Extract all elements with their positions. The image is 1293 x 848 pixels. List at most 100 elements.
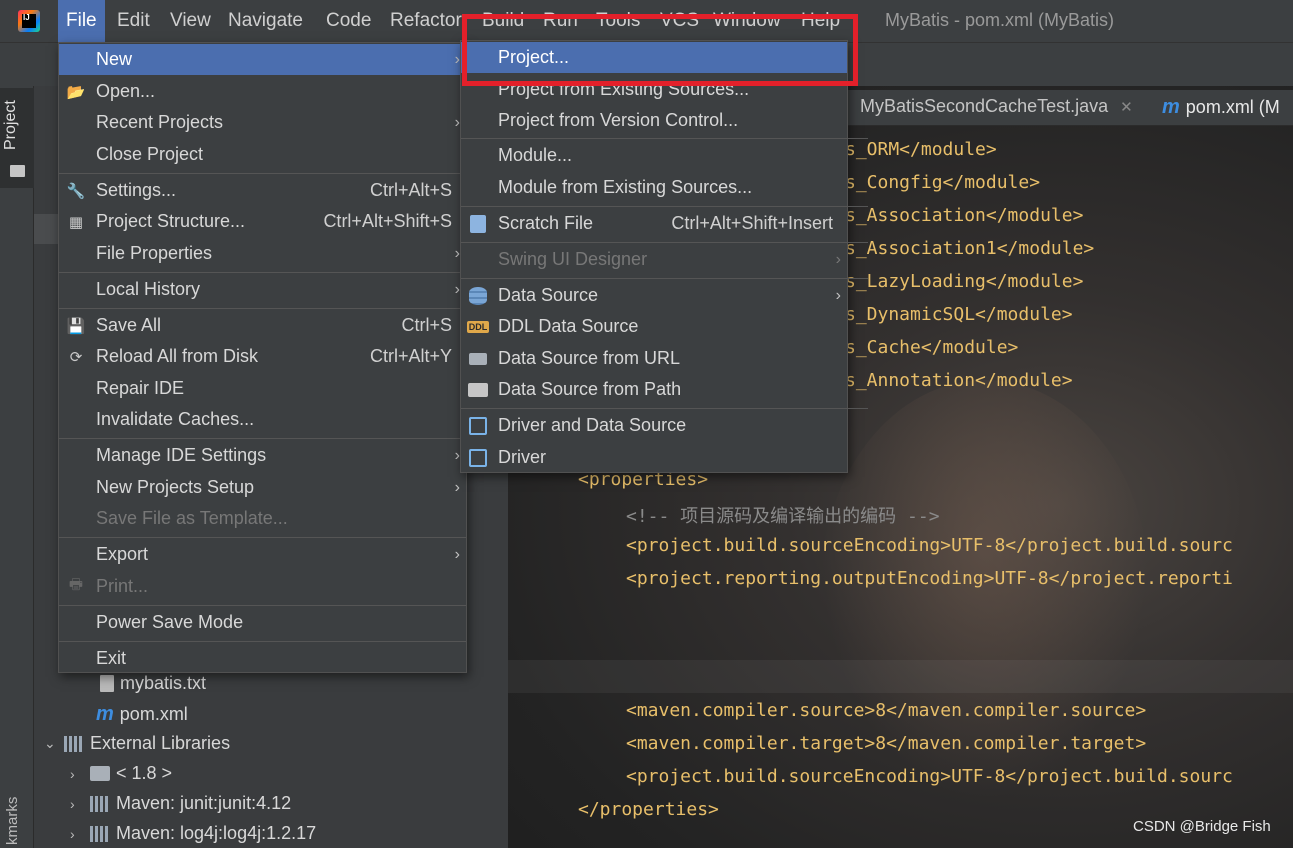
- menu-edit[interactable]: Edit: [117, 10, 150, 32]
- menu-file[interactable]: File: [58, 0, 105, 42]
- menu-item-open[interactable]: 📂 Open...: [59, 76, 466, 107]
- code-line: <project.reporting.outputEncoding>UTF-8<…: [626, 568, 1233, 589]
- menu-view[interactable]: View: [170, 10, 211, 32]
- submenu-item-module[interactable]: Module...: [461, 140, 847, 171]
- submenu-item-project-from-existing-sources[interactable]: Project from Existing Sources...: [461, 74, 847, 105]
- menu-item-print: 🖶 Print...: [59, 571, 466, 602]
- menu-item-new-projects-setup[interactable]: New Projects Setup ›: [59, 472, 466, 503]
- menu-separator: [461, 408, 868, 409]
- ddl-icon: DDL: [466, 320, 490, 333]
- menu-help[interactable]: Help: [801, 10, 840, 32]
- menu-item-exit[interactable]: Exit: [59, 643, 466, 674]
- scratch-file-icon: [468, 214, 488, 233]
- code-line: </properties>: [578, 799, 719, 820]
- text-file-icon: [100, 675, 114, 692]
- library-icon: [64, 735, 84, 752]
- folder-icon: [468, 381, 488, 399]
- folder-open-icon: 📂: [66, 83, 86, 101]
- menu-separator: [461, 206, 868, 207]
- new-submenu: Project... Project from Existing Sources…: [460, 40, 868, 473]
- intellij-logo-icon[interactable]: IJ: [18, 10, 40, 32]
- menu-separator: [59, 173, 466, 174]
- tree-item-log4j[interactable]: › Maven: log4j:log4j:1.2.17: [70, 823, 316, 844]
- chevron-right-icon: ›: [454, 545, 460, 563]
- tree-item-mybatis-txt[interactable]: mybatis.txt: [100, 673, 206, 694]
- menu-bar: IJ File Edit View Navigate Code Refactor…: [0, 0, 1293, 42]
- watermark: CSDN @Bridge Fish: [1133, 818, 1271, 835]
- menu-item-repair-ide[interactable]: Repair IDE: [59, 373, 466, 404]
- submenu-item-project-from-vcs[interactable]: Project from Version Control...: [461, 105, 847, 136]
- submenu-item-data-source-from-path[interactable]: Data Source from Path: [461, 374, 847, 405]
- chevron-right-icon: ›: [835, 250, 841, 268]
- menu-separator: [59, 641, 466, 642]
- submenu-item-ddl-data-source[interactable]: DDL DDL Data Source: [461, 311, 847, 342]
- chevron-right-icon[interactable]: ›: [70, 766, 84, 782]
- tree-item-external-libraries[interactable]: ⌄ External Libraries: [44, 733, 230, 754]
- submenu-item-data-source-from-url[interactable]: Data Source from URL: [461, 343, 847, 374]
- submenu-item-scratch-file[interactable]: Scratch File Ctrl+Alt+Shift+Insert: [461, 208, 847, 239]
- menu-item-settings[interactable]: 🔧 Settings... Ctrl+Alt+S: [59, 175, 466, 206]
- close-icon[interactable]: ✕: [1120, 98, 1133, 116]
- menu-vcs[interactable]: VCS: [660, 10, 699, 32]
- menu-item-project-structure[interactable]: ▦ Project Structure... Ctrl+Alt+Shift+S: [59, 206, 466, 237]
- code-line: s_Association1</module>: [845, 238, 1095, 259]
- tab-pom-xml[interactable]: m pom.xml (M: [1162, 96, 1280, 119]
- menu-tools[interactable]: Tools: [596, 10, 640, 32]
- menu-separator: [59, 272, 466, 273]
- menu-item-new[interactable]: New ›: [59, 44, 466, 75]
- print-icon: 🖶: [68, 576, 84, 593]
- code-line: s_ORM</module>: [845, 139, 997, 160]
- menu-separator: [461, 242, 868, 243]
- menu-item-manage-ide-settings[interactable]: Manage IDE Settings ›: [59, 440, 466, 471]
- menu-build[interactable]: Build: [482, 10, 524, 32]
- submenu-item-driver[interactable]: Driver: [461, 442, 847, 473]
- window-title: MyBatis - pom.xml (MyBatis): [885, 10, 1115, 30]
- code-line: <maven.compiler.target>8</maven.compiler…: [626, 733, 1147, 754]
- menu-item-invalidate-caches[interactable]: Invalidate Caches...: [59, 404, 466, 435]
- menu-item-reload-all[interactable]: ⟳ Reload All from Disk Ctrl+Alt+Y: [59, 341, 466, 372]
- code-line: s_Association</module>: [845, 205, 1084, 226]
- menu-item-close-project[interactable]: Close Project: [59, 139, 466, 170]
- menu-navigate[interactable]: Navigate: [228, 10, 303, 32]
- save-icon: 💾: [66, 317, 86, 335]
- left-tool-strip: [0, 86, 34, 848]
- maven-icon: m: [1162, 96, 1180, 118]
- code-comment: <!-- 项目源码及编译输出的编码 -->: [626, 506, 940, 527]
- chevron-down-icon[interactable]: ⌄: [44, 735, 58, 752]
- driver-icon: [468, 416, 488, 435]
- menu-item-save-all[interactable]: 💾 Save All Ctrl+S: [59, 310, 466, 341]
- menu-refactor[interactable]: Refactor: [390, 10, 462, 32]
- menu-item-local-history[interactable]: Local History ›: [59, 274, 466, 305]
- database-icon: [468, 286, 488, 305]
- menu-run[interactable]: Run: [543, 10, 578, 32]
- menu-window[interactable]: Window: [713, 10, 781, 32]
- tree-item-junit[interactable]: › Maven: junit:junit:4.12: [70, 793, 291, 814]
- chevron-right-icon: ›: [454, 478, 460, 496]
- menu-item-power-save-mode[interactable]: Power Save Mode: [59, 607, 466, 638]
- tree-item-jdk[interactable]: › < 1.8 >: [70, 763, 172, 784]
- submenu-item-data-source[interactable]: Data Source ›: [461, 280, 847, 311]
- chevron-right-icon[interactable]: ›: [70, 826, 84, 842]
- tab-mybatis-second-cache-test[interactable]: MyBatisSecondCacheTest.java ✕: [860, 96, 1133, 117]
- bookmarks-tab-label[interactable]: kmarks: [4, 797, 21, 845]
- submenu-item-project[interactable]: Project...: [461, 42, 847, 73]
- code-line: <project.build.sourceEncoding>UTF-8</pro…: [626, 766, 1233, 787]
- project-tab-label: Project: [2, 100, 19, 150]
- submenu-item-module-from-existing-sources[interactable]: Module from Existing Sources...: [461, 172, 847, 203]
- menu-item-export[interactable]: Export ›: [59, 539, 466, 570]
- menu-item-file-properties[interactable]: File Properties ›: [59, 238, 466, 269]
- library-icon: [90, 825, 110, 842]
- chevron-right-icon[interactable]: ›: [70, 796, 84, 812]
- code-line: s_DynamicSQL</module>: [845, 304, 1073, 325]
- submenu-item-driver-and-data-source[interactable]: Driver and Data Source: [461, 410, 847, 441]
- folder-icon: [90, 766, 110, 781]
- current-line-highlight: [508, 660, 1293, 693]
- project-folder-icon: [10, 165, 25, 177]
- menu-item-recent-projects[interactable]: Recent Projects ›: [59, 107, 466, 138]
- tree-item-pom-xml[interactable]: m pom.xml: [96, 703, 188, 726]
- wrench-icon: 🔧: [66, 182, 86, 200]
- menu-separator: [59, 308, 466, 309]
- menu-code[interactable]: Code: [326, 10, 371, 32]
- maven-icon: m: [96, 703, 114, 725]
- menu-separator: [59, 537, 466, 538]
